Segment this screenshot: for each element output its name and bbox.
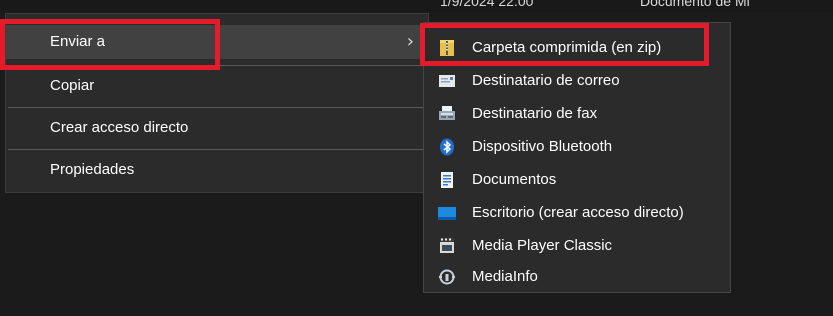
documents-icon (441, 172, 453, 188)
chevron-right-icon: › (406, 31, 414, 52)
zip-folder-icon (440, 40, 454, 56)
menu-item-label: Copiar (50, 77, 95, 94)
mediainfo-icon (439, 269, 455, 285)
submenu-item-mediainfo[interactable]: MediaInfo (424, 260, 730, 293)
menu-item-send-to[interactable]: Enviar a › (6, 25, 428, 59)
submenu-item-label: Carpeta comprimida (en zip) (472, 39, 662, 56)
submenu-item-label: Destinatario de fax (472, 105, 598, 122)
media-player-icon (440, 238, 454, 253)
menu-item-label: Propiedades (50, 161, 135, 178)
background-date-text: 1/9/2024 22:00 (440, 0, 534, 9)
menu-item-label: Crear acceso directo (50, 119, 189, 136)
submenu-item-zip-folder[interactable]: Carpeta comprimida (en zip) (424, 31, 730, 64)
submenu-item-bluetooth[interactable]: Dispositivo Bluetooth (424, 130, 730, 163)
menu-separator (8, 149, 426, 150)
submenu-item-fax-recipient[interactable]: Destinatario de fax (424, 97, 730, 130)
submenu-item-label: Media Player Classic (472, 237, 613, 254)
submenu-item-label: Dispositivo Bluetooth (472, 138, 613, 155)
desktop-icon (438, 207, 456, 220)
menu-item-label: Enviar a (50, 33, 106, 50)
submenu-item-label: MediaInfo (472, 268, 538, 285)
background-name-text: Documento de Mi (640, 0, 750, 9)
fax-icon (439, 106, 455, 120)
submenu-item-label: Escritorio (crear acceso directo) (472, 204, 684, 221)
submenu-item-media-player-classic[interactable]: Media Player Classic (424, 229, 730, 262)
menu-separator (8, 65, 426, 66)
bluetooth-icon (440, 138, 454, 156)
submenu-item-label: Documentos (472, 171, 557, 188)
menu-item-copy[interactable]: Copiar (6, 69, 428, 103)
context-menu: Enviar a › Copiar Crear acceso directo P… (5, 13, 429, 193)
submenu-item-desktop[interactable]: Escritorio (crear acceso directo) (424, 196, 730, 229)
send-to-submenu: Carpeta comprimida (en zip) Destinatario… (423, 22, 731, 293)
menu-item-create-shortcut[interactable]: Crear acceso directo (6, 111, 428, 145)
menu-separator (8, 107, 426, 108)
mail-icon (439, 75, 455, 87)
menu-item-properties[interactable]: Propiedades (6, 153, 428, 187)
submenu-item-documents[interactable]: Documentos (424, 163, 730, 196)
submenu-item-mail-recipient[interactable]: Destinatario de correo (424, 64, 730, 97)
submenu-item-label: Destinatario de correo (472, 72, 620, 89)
